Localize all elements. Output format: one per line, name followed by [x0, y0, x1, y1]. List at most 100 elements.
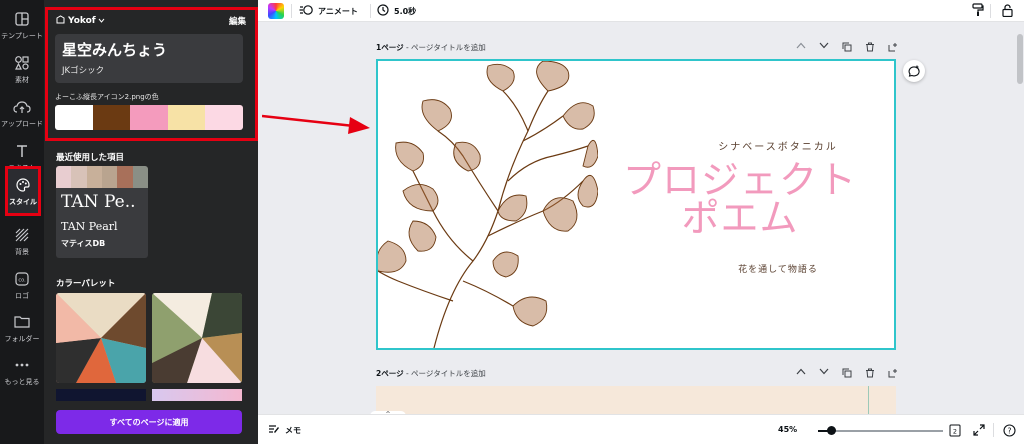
animate-label: アニメート [318, 6, 358, 16]
page-2-hint: - ページタイトルを追加 [403, 369, 486, 378]
logo-icon: co. [12, 270, 32, 288]
fullscreen-button[interactable] [972, 423, 986, 437]
background-icon [12, 226, 32, 244]
chevron-up-icon[interactable] [796, 368, 806, 380]
rail-label-template: テンプレート [1, 31, 43, 40]
rail-item-upload[interactable]: アップロード [0, 90, 44, 136]
chevron-up-icon[interactable] [796, 42, 806, 54]
add-page-icon[interactable] [888, 42, 898, 54]
color-palette-card-2[interactable] [152, 293, 242, 383]
recent-section-title: 最近使用した項目 [56, 153, 125, 163]
svg-text:co.: co. [18, 277, 26, 283]
add-comment-button[interactable] [903, 60, 925, 82]
apply-all-pages-button[interactable]: すべてのページに適用 [56, 410, 242, 434]
trash-icon[interactable] [865, 42, 875, 54]
copy-style-button[interactable] [972, 3, 984, 18]
page-2-number: 2ページ [376, 369, 404, 378]
rail-label-upload: アップロード [1, 119, 43, 128]
lock-button[interactable] [1002, 3, 1013, 19]
rail-label-folder: フォルダー [4, 334, 40, 343]
zoom-value[interactable]: 45% [778, 425, 797, 434]
color-palette-card-4[interactable] [152, 389, 242, 401]
recent-style-card[interactable]: TAN Pe.. TAN Pearl マティスDB [56, 166, 148, 258]
color-palette-card-3[interactable] [56, 389, 146, 401]
page-1-title[interactable]: 1ページ - ページタイトルを追加 [376, 42, 486, 53]
zoom-slider[interactable] [818, 426, 943, 435]
svg-text:?: ? [1007, 426, 1011, 435]
style-highlight-box [5, 166, 41, 216]
page-2-guide-line [868, 386, 869, 414]
trash-icon[interactable] [865, 368, 875, 380]
recent-font-big: TAN Pe.. [61, 192, 136, 212]
zoom-slider-knob[interactable] [826, 426, 836, 435]
brand-highlight-box [45, 7, 258, 141]
ginkgo-illustration [378, 61, 598, 348]
vertical-scrollbar[interactable] [1017, 34, 1023, 84]
color-palette-title: カラーパレット [56, 279, 116, 289]
duration-button[interactable]: 5.0秒 [377, 4, 416, 18]
more-icon [12, 356, 32, 374]
page-2-title[interactable]: 2ページ - ページタイトルを追加 [376, 368, 486, 379]
page-1-tools [796, 42, 898, 54]
notes-button[interactable]: メモ [268, 424, 301, 437]
rail-item-template[interactable]: テンプレート [0, 2, 44, 48]
design-title-line-2: ポエム [681, 196, 799, 240]
add-page-icon[interactable] [888, 368, 898, 380]
notes-label: メモ [285, 426, 301, 435]
help-button[interactable]: ? [1002, 423, 1016, 437]
upload-icon [12, 98, 32, 116]
duplicate-icon[interactable] [842, 42, 852, 54]
left-rail: テンプレート 素材 アップロード テキスト スタイル 背景 co. ロゴ フォル… [0, 0, 44, 444]
color-picker-icon[interactable] [268, 3, 284, 19]
duplicate-icon[interactable] [842, 368, 852, 380]
rail-item-logo[interactable]: co. ロゴ [0, 262, 44, 308]
page-1-number: 1ページ [376, 43, 404, 52]
help-icon: ? [1002, 423, 1016, 437]
recent-font-small: マティスDB [61, 239, 106, 248]
toolbar-divider [291, 4, 292, 18]
page-1-hint: - ページタイトルを追加 [403, 43, 486, 52]
folder-icon [12, 313, 32, 331]
comment-icon [908, 62, 920, 81]
design-page-1[interactable]: シナベースボタニカル プロジェクト ポエム 花を通して物語る [376, 59, 896, 350]
page-count-button[interactable]: 2 [948, 423, 962, 437]
chevron-down-icon[interactable] [819, 42, 829, 54]
clock-icon [377, 4, 389, 18]
notes-icon [268, 424, 280, 437]
duration-label: 5.0秒 [394, 6, 417, 16]
rail-label-logo: ロゴ [15, 291, 29, 300]
top-toolbar: アニメート 5.0秒 [258, 0, 1024, 22]
animate-button[interactable]: アニメート [299, 4, 358, 18]
chevron-down-icon[interactable] [819, 368, 829, 380]
design-page-2[interactable] [376, 386, 896, 414]
design-subtitle[interactable]: シナベースボタニカル [678, 138, 878, 153]
fullscreen-icon [973, 424, 985, 436]
elements-icon [12, 54, 32, 72]
design-title-line-1: プロジェクト [622, 158, 857, 202]
recent-font-mid: TAN Pearl [61, 220, 118, 233]
lock-icon [1002, 3, 1013, 19]
rail-item-elements[interactable]: 素材 [0, 46, 44, 92]
toolbar-divider [370, 4, 371, 18]
animate-icon [299, 4, 313, 18]
svg-text:2: 2 [953, 427, 957, 435]
rail-label-elements: 素材 [15, 75, 29, 84]
rail-label-background: 背景 [15, 247, 29, 256]
rail-item-more[interactable]: もっと見る [0, 348, 44, 394]
rail-item-background[interactable]: 背景 [0, 218, 44, 264]
template-icon [12, 10, 32, 28]
rail-item-folder[interactable]: フォルダー [0, 305, 44, 351]
editor-canvas: 1ページ - ページタイトルを追加 シナベースボタニカル プロジェクト ポエム … [258, 22, 1024, 414]
toolbar-divider [990, 4, 991, 18]
bottom-toolbar: メモ 45% 2 ? [258, 414, 1024, 444]
toolbar-divider [993, 423, 994, 437]
rail-label-more: もっと見る [4, 377, 40, 386]
pages-icon: 2 [949, 424, 961, 436]
red-arrow-annotation [262, 114, 370, 134]
design-main-title[interactable]: プロジェクト ポエム [600, 161, 880, 237]
color-palette-card-1[interactable] [56, 293, 146, 383]
text-icon [12, 142, 32, 160]
page-2-tools [796, 368, 898, 380]
recent-color-strip [56, 166, 148, 188]
design-tagline[interactable]: 花を通して物語る [678, 262, 878, 275]
